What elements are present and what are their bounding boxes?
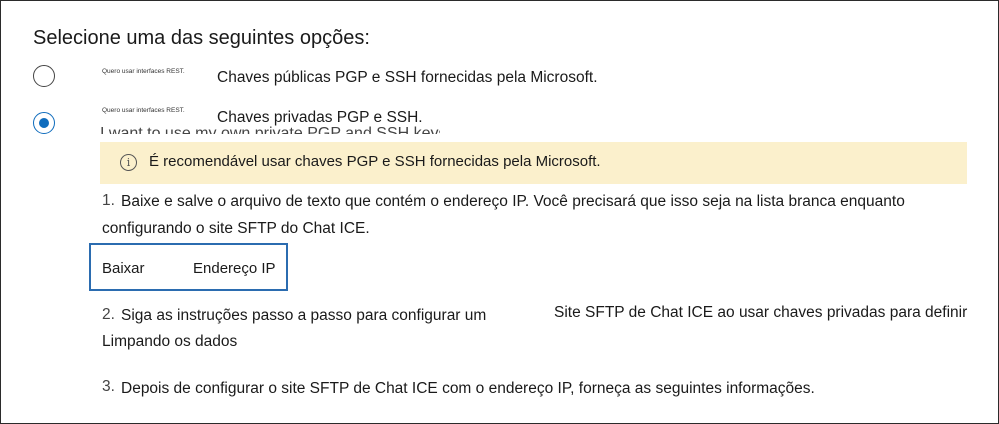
download-label: Baixar [102,260,145,277]
option-1-small-text: Quero usar interfaces REST. [102,68,185,75]
step-1-line-1: Baixe e salve o arquivo de texto que con… [121,193,905,210]
step-2-number: 2. [102,306,115,323]
option-2-small-text: Quero usar interfaces REST. [102,107,185,114]
options-prompt: Selecione uma das seguintes opções: [33,27,370,49]
step-3-line-1: Depois de configurar o site SFTP de Chat… [121,380,815,397]
info-icon: i [120,154,137,171]
download-ip-button[interactable]: Baixar Endereço IP [89,243,288,291]
step-2-line-1: Siga as instruções passo a passo para co… [121,307,487,324]
step-2-line-1-right: Site SFTP de Chat ICE ao usar chaves pri… [554,304,968,321]
option-2-label[interactable]: Chaves privadas PGP e SSH. [217,109,423,127]
step-2-line-2: Limpando os dados [102,333,238,350]
step-1-line-2: configurando o site SFTP do Chat ICE. [102,220,370,237]
ip-address-label: Endereço IP [193,260,276,277]
notice-text: É recomendável usar chaves PGP e SSH for… [149,153,601,170]
option-1-label[interactable]: Chaves públicas PGP e SSH fornecidas pel… [217,69,598,87]
radio-public-keys[interactable] [33,65,55,87]
dialog-frame: Selecione uma das seguintes opções: Quer… [0,0,999,424]
step-3-number: 3. [102,378,115,395]
step-1-number: 1. [102,192,115,209]
radio-private-keys[interactable] [33,112,55,134]
recommendation-notice: i É recomendável usar chaves PGP e SSH f… [100,142,967,184]
